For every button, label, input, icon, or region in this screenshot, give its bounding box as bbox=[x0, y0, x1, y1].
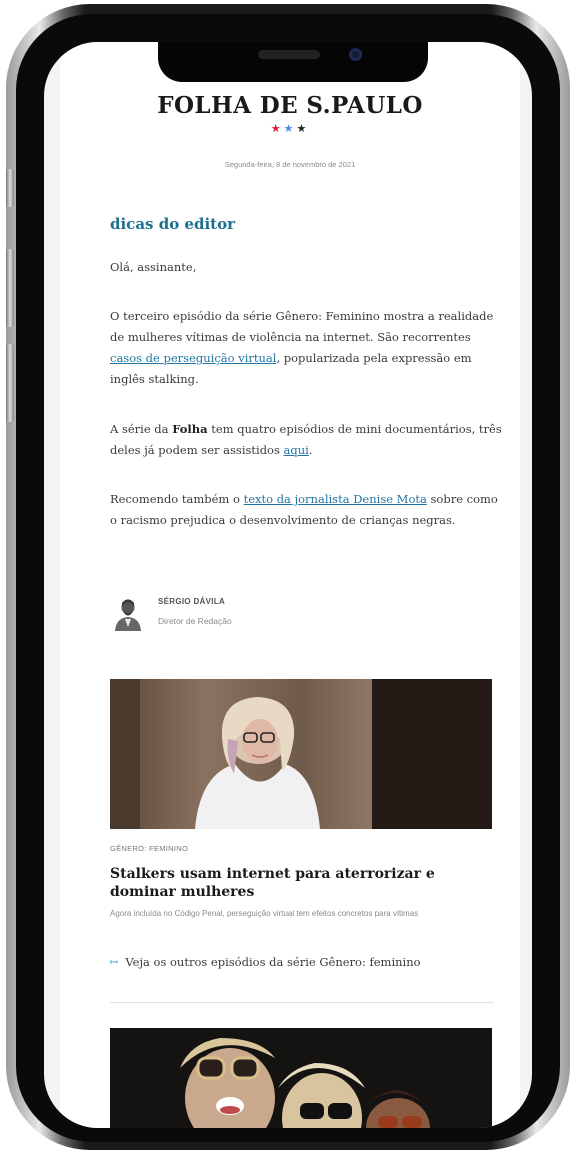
logo-stars: ★★★ bbox=[60, 122, 520, 135]
greeting: Olá, assinante, bbox=[110, 260, 197, 274]
author-avatar bbox=[115, 599, 141, 631]
paragraph-text: Recomendo também o bbox=[110, 492, 244, 506]
paragraph-text: O terceiro episódio da série Gênero: Fem… bbox=[110, 309, 494, 344]
mute-switch bbox=[6, 169, 14, 207]
section-title: dicas do editor bbox=[110, 215, 235, 233]
star-icon: ★ bbox=[296, 122, 310, 135]
arrow-right-icon: ↦ bbox=[110, 956, 119, 968]
article-headline[interactable]: Stalkers usam internet para aterrorizar … bbox=[110, 865, 490, 901]
folha-logo[interactable]: FOLHA DE S.PAULO bbox=[60, 92, 520, 119]
volume-up-button bbox=[6, 249, 14, 327]
paragraph-text: A série da bbox=[110, 422, 173, 436]
author-name: SÉRGIO DÁVILA bbox=[158, 597, 226, 606]
more-episodes-link[interactable]: ↦ Veja os outros episódios da série Gêne… bbox=[110, 955, 421, 969]
article-image[interactable] bbox=[110, 679, 492, 829]
paragraph-1: O terceiro episódio da série Gênero: Fem… bbox=[110, 306, 505, 390]
divider bbox=[110, 1002, 494, 1003]
stalking-link[interactable]: casos de perseguição virtual bbox=[110, 351, 276, 365]
article-kicker[interactable]: GÊNERO: FEMININO bbox=[110, 844, 188, 853]
paragraph-3: Recomendo também o texto da jornalista D… bbox=[110, 489, 505, 531]
more-episodes-label: Veja os outros episódios da série Gênero… bbox=[125, 955, 421, 969]
star-icon: ★ bbox=[270, 122, 284, 135]
volume-down-button bbox=[6, 344, 14, 422]
front-camera bbox=[349, 48, 362, 61]
notch bbox=[158, 42, 428, 82]
author-role: Diretor de Redação bbox=[158, 616, 232, 626]
newsletter-date: Segunda-feira, 8 de novembro de 2021 bbox=[224, 160, 356, 169]
phone-screen: FOLHA DE S.PAULO ★★★ Segunda-feira, 8 de… bbox=[44, 42, 532, 1128]
series-link[interactable]: aqui bbox=[284, 443, 309, 457]
denise-mota-link[interactable]: texto da jornalista Denise Mota bbox=[244, 492, 427, 506]
star-icon: ★ bbox=[283, 122, 297, 135]
paragraph-text: . bbox=[308, 443, 313, 457]
article-image-2[interactable] bbox=[110, 1028, 492, 1128]
paragraph-2: A série da Folha tem quatro episódios de… bbox=[110, 419, 505, 461]
folha-bold: Folha bbox=[172, 422, 208, 436]
article-dek: Agora incluída no Código Penal, persegui… bbox=[110, 909, 419, 918]
speaker-grille bbox=[258, 50, 320, 59]
newsletter-email: FOLHA DE S.PAULO ★★★ Segunda-feira, 8 de… bbox=[60, 42, 520, 1128]
